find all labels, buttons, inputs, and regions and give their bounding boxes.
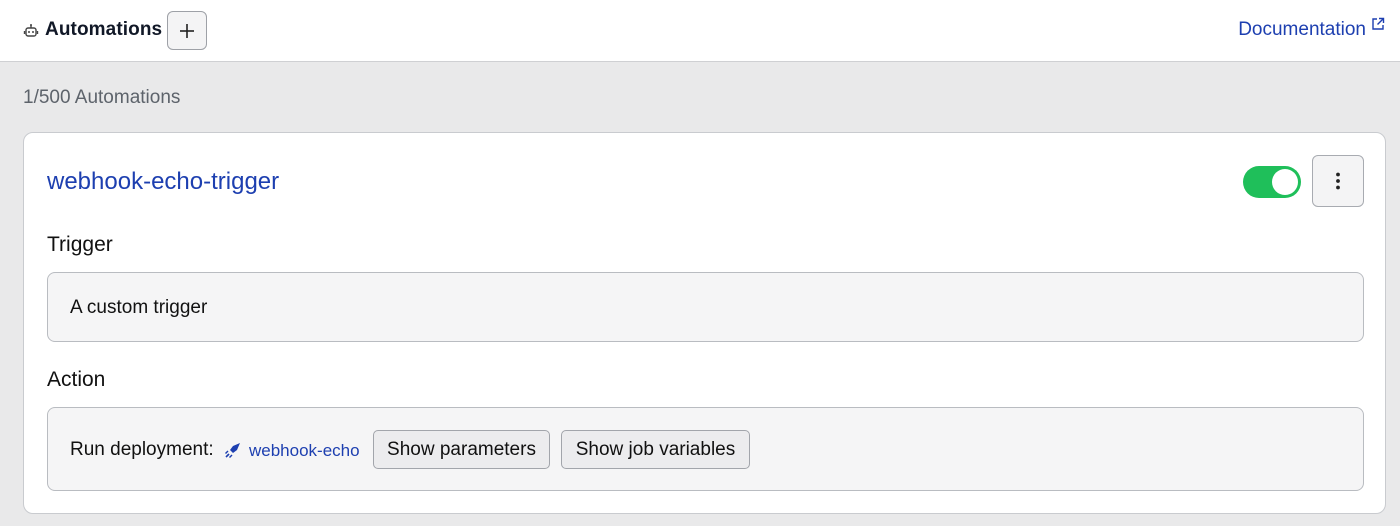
enabled-toggle[interactable] [1243,166,1301,198]
automation-name-link[interactable]: webhook-echo-trigger [47,168,279,196]
automation-count: 1/500 Automations [23,87,181,108]
show-job-variables-button[interactable]: Show job variables [561,430,750,469]
top-bar: Automations Documentation [0,0,1400,62]
action-heading: Action [47,368,106,391]
add-automation-button[interactable] [167,11,207,50]
deployment-rocket-icon [225,443,240,458]
trigger-panel: A custom trigger [47,272,1364,342]
robot-icon [23,24,39,37]
toggle-knob [1272,169,1298,195]
external-link-icon [1372,17,1385,30]
trigger-heading: Trigger [47,233,113,256]
show-parameters-button[interactable]: Show parameters [373,430,550,469]
trigger-description: A custom trigger [70,297,208,318]
documentation-link[interactable]: Documentation [1238,19,1366,41]
automation-card: webhook-echo-trigger Trigger A custom tr… [23,132,1386,514]
page-title: Automations [45,19,163,40]
kebab-menu-icon [1336,172,1340,190]
action-prefix: Run deployment: [70,439,214,460]
action-panel: Run deployment: webhook-echo Show parame… [47,407,1364,491]
deployment-link[interactable]: webhook-echo [249,441,360,461]
plus-icon [180,23,194,38]
more-options-button[interactable] [1312,155,1364,207]
